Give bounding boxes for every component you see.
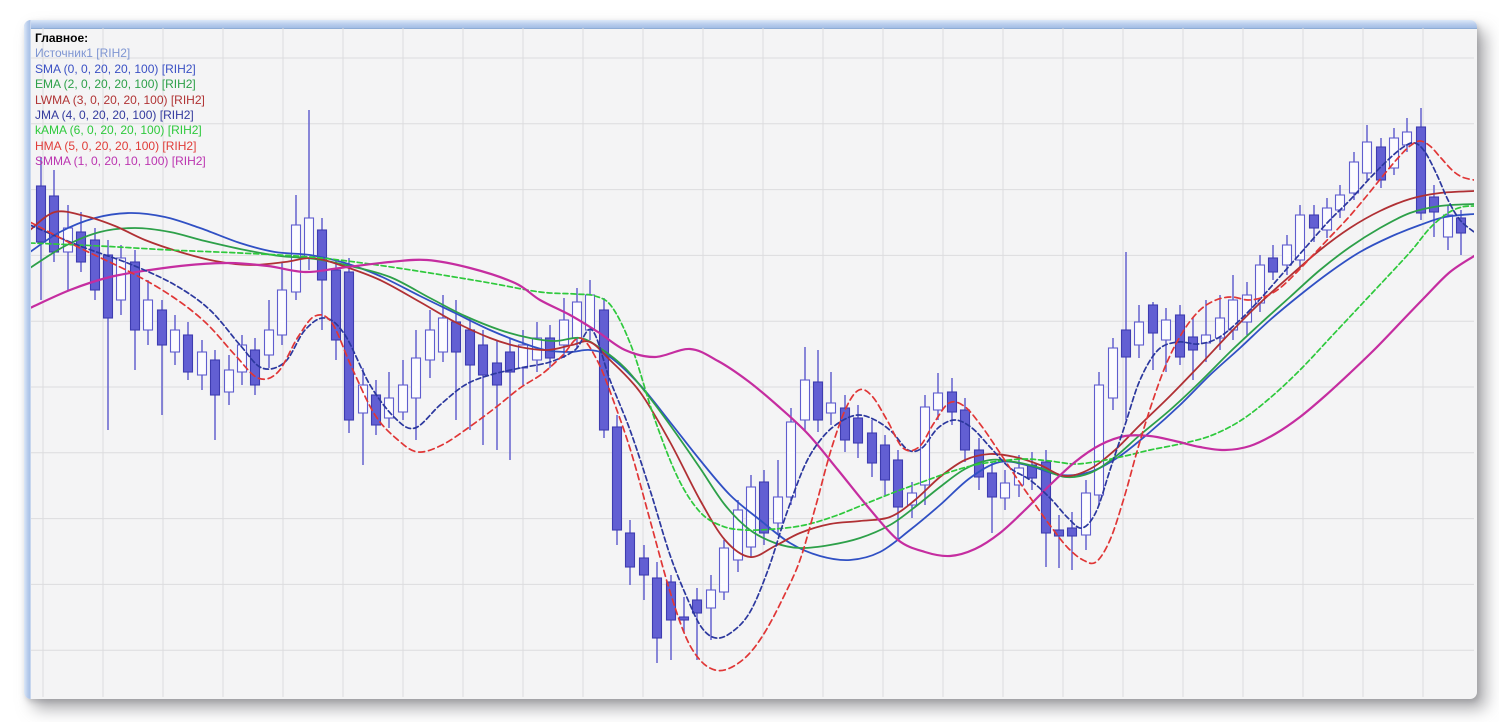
candle-bearish bbox=[316, 229, 328, 281]
candle-bearish bbox=[102, 254, 114, 319]
candle-bearish bbox=[1147, 304, 1159, 334]
candle-bearish bbox=[665, 581, 677, 621]
candle-bullish bbox=[1281, 244, 1293, 266]
candle-bullish bbox=[1294, 214, 1306, 261]
candle-bullish bbox=[1107, 347, 1119, 399]
legend-item[interactable]: SMMA (1, 0, 20, 10, 100) [RIH2] bbox=[35, 154, 206, 169]
candle-bearish bbox=[638, 557, 650, 576]
candle-bearish bbox=[504, 351, 516, 373]
candle-bullish bbox=[785, 421, 797, 498]
candle-bearish bbox=[330, 269, 342, 341]
candle-bullish bbox=[1080, 492, 1092, 536]
candle-bearish bbox=[477, 344, 489, 376]
candle-bearish bbox=[839, 407, 851, 441]
candle-bullish bbox=[1214, 317, 1226, 339]
candle-bearish bbox=[959, 409, 971, 451]
candle-bullish bbox=[799, 379, 811, 421]
candle-bearish bbox=[450, 321, 462, 353]
candle-bearish bbox=[182, 334, 194, 373]
candle-bullish bbox=[1133, 321, 1145, 346]
candle-bullish bbox=[196, 351, 208, 376]
candle-bullish bbox=[303, 217, 315, 259]
candle-bullish bbox=[825, 402, 837, 414]
candle-bearish bbox=[35, 185, 47, 243]
candle-bearish bbox=[464, 329, 476, 366]
candle-bullish bbox=[1442, 214, 1454, 238]
ma-line-jma bbox=[31, 141, 1474, 639]
legend-item[interactable]: kAMA (6, 0, 20, 20, 100) [RIH2] bbox=[35, 123, 206, 138]
legend-item[interactable]: EMA (2, 0, 20, 20, 100) [RIH2] bbox=[35, 77, 206, 92]
legend-item[interactable]: LWMA (3, 0, 20, 20, 100) [RIH2] bbox=[35, 93, 206, 108]
candle-bullish bbox=[142, 299, 154, 331]
candle-bullish bbox=[1160, 319, 1172, 341]
candlestick-chart-canvas[interactable] bbox=[0, 0, 1499, 722]
candle-bullish bbox=[745, 486, 757, 548]
indicator-legend: Главное: Источник1 [RIH2] SMA (0, 0, 20, … bbox=[35, 31, 206, 170]
candle-bullish bbox=[169, 329, 181, 353]
candle-bullish bbox=[1200, 334, 1212, 344]
candle-bearish bbox=[986, 472, 998, 498]
candle-bearish bbox=[611, 426, 623, 531]
candle-bearish bbox=[156, 309, 168, 346]
legend-item[interactable]: JMA (4, 0, 20, 20, 100) [RIH2] bbox=[35, 108, 206, 123]
candle-bearish bbox=[852, 417, 864, 444]
candle-bullish bbox=[1093, 384, 1105, 496]
candle-bullish bbox=[115, 257, 127, 301]
legend-item[interactable]: SMA (0, 0, 20, 20, 100) [RIH2] bbox=[35, 62, 206, 77]
candle-bullish bbox=[1361, 141, 1373, 174]
candle-bearish bbox=[691, 599, 703, 614]
legend-item[interactable]: HMA (5, 0, 20, 20, 100) [RIH2] bbox=[35, 139, 206, 154]
candle-bullish bbox=[932, 392, 944, 411]
candle-bullish bbox=[397, 384, 409, 413]
candle-bearish bbox=[892, 459, 904, 508]
candle-bearish bbox=[678, 616, 690, 621]
candle-bearish bbox=[1308, 214, 1320, 229]
candle-bullish bbox=[276, 289, 288, 336]
candle-bearish bbox=[879, 444, 891, 481]
candle-bearish bbox=[598, 309, 610, 431]
candle-bullish bbox=[718, 547, 730, 593]
candle-bullish bbox=[437, 317, 449, 353]
candle-bullish bbox=[999, 482, 1011, 499]
candle-bearish bbox=[1066, 527, 1078, 537]
legend-item[interactable]: Источник1 [RIH2] bbox=[35, 46, 206, 61]
candle-bullish bbox=[1254, 264, 1266, 304]
candle-bearish bbox=[1415, 126, 1427, 214]
candle-bearish bbox=[209, 359, 221, 396]
legend-title: Главное: bbox=[35, 31, 89, 45]
candle-bearish bbox=[624, 532, 636, 568]
candle-bullish bbox=[410, 357, 422, 399]
candle-bullish bbox=[1348, 161, 1360, 194]
candle-bullish bbox=[772, 496, 784, 524]
candle-bullish bbox=[223, 369, 235, 393]
candle-bearish bbox=[249, 349, 261, 386]
candle-bearish bbox=[343, 271, 355, 421]
candle-bearish bbox=[866, 432, 878, 464]
candle-bearish bbox=[812, 381, 824, 421]
screenshot-stage: Главное: Источник1 [RIH2] SMA (0, 0, 20, … bbox=[0, 0, 1499, 722]
candle-bullish bbox=[424, 329, 436, 361]
candle-bearish bbox=[651, 577, 663, 639]
candle-bearish bbox=[1428, 196, 1440, 213]
candle-bullish bbox=[263, 329, 275, 356]
ma-line-hma bbox=[31, 140, 1474, 672]
candle-bearish bbox=[1120, 329, 1132, 358]
candle-bullish bbox=[705, 589, 717, 609]
candle-bearish bbox=[1174, 314, 1186, 358]
candle-bearish bbox=[1267, 257, 1279, 273]
